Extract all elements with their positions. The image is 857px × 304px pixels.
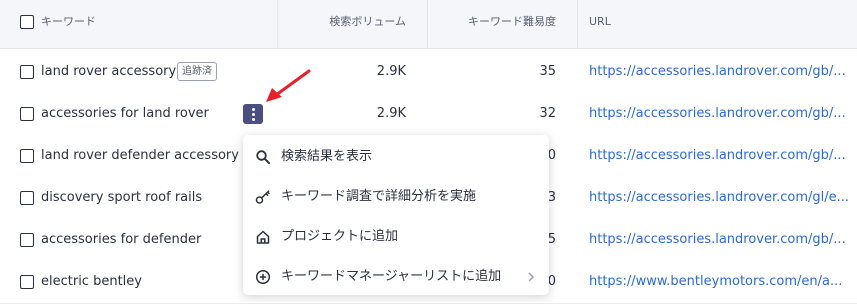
url-link[interactable]: https://accessories.landrover.com/gb/... bbox=[589, 135, 851, 177]
volume-value: 2.9K bbox=[376, 64, 406, 79]
keyword-text[interactable]: discovery sport roof rails bbox=[41, 177, 202, 219]
context-menu: 検索結果を表示 キーワード調査で詳細分析を実施 プロジェクトに追加 キーワードマ… bbox=[243, 135, 549, 295]
table-row: land rover accessory 追跡済 2.9K 35 https:/… bbox=[0, 51, 857, 94]
header-volume[interactable]: 検索ボリューム bbox=[329, 0, 406, 48]
url-link[interactable]: https://accessories.landrover.com/gl/e..… bbox=[589, 177, 851, 219]
keyword-text[interactable]: accessories for land rover bbox=[41, 93, 209, 135]
kebab-icon bbox=[243, 104, 263, 121]
key-icon bbox=[255, 190, 270, 204]
row-checkbox[interactable] bbox=[20, 233, 34, 247]
menu-item-label: キーワード調査で詳細分析を実施 bbox=[281, 189, 477, 204]
menu-item-add-to-keyword-manager[interactable]: キーワードマネージャーリストに追加 bbox=[243, 257, 549, 297]
column-divider bbox=[427, 0, 428, 48]
home-icon bbox=[256, 230, 270, 244]
column-divider bbox=[277, 0, 278, 48]
more-actions-button[interactable] bbox=[243, 104, 263, 124]
menu-item-label: キーワードマネージャーリストに追加 bbox=[281, 269, 502, 284]
keyword-text[interactable]: electric bentley bbox=[41, 261, 142, 303]
menu-item-add-to-project[interactable]: プロジェクトに追加 bbox=[243, 217, 549, 257]
keyword-text[interactable]: land rover defender accessory bbox=[41, 135, 239, 177]
menu-item-label: プロジェクトに追加 bbox=[281, 229, 399, 244]
keyword-text[interactable]: land rover accessory bbox=[41, 51, 176, 93]
row-checkbox[interactable] bbox=[20, 107, 34, 121]
difficulty-value: 35 bbox=[539, 64, 556, 79]
volume-value: 2.9K bbox=[376, 106, 406, 121]
url-link[interactable]: https://accessories.landrover.com/gb/... bbox=[589, 51, 851, 93]
row-checkbox[interactable] bbox=[20, 149, 34, 163]
header-url[interactable]: URL bbox=[589, 0, 611, 48]
keyword-text[interactable]: accessories for defender bbox=[41, 219, 201, 261]
header-difficulty[interactable]: キーワード難易度 bbox=[468, 0, 556, 48]
table-row: accessories for land rover 2.9K 32 https… bbox=[0, 93, 857, 136]
menu-item-view-results[interactable]: 検索結果を表示 bbox=[243, 137, 549, 177]
menu-item-label: 検索結果を表示 bbox=[281, 149, 373, 164]
chevron-right-icon bbox=[528, 272, 535, 282]
tracked-badge: 追跡済 bbox=[177, 62, 217, 81]
row-checkbox[interactable] bbox=[20, 65, 34, 79]
column-divider bbox=[577, 0, 578, 48]
table-header: キーワード 検索ボリューム キーワード難易度 URL bbox=[0, 0, 857, 49]
row-checkbox[interactable] bbox=[20, 275, 34, 289]
plus-circle-icon bbox=[255, 269, 271, 285]
search-icon bbox=[256, 150, 270, 164]
header-keyword[interactable]: キーワード bbox=[41, 0, 96, 48]
url-link[interactable]: https://accessories.landrover.com/gb/... bbox=[589, 219, 851, 261]
url-link[interactable]: https://www.bentleymotors.com/en/a... bbox=[589, 261, 851, 303]
menu-item-keyword-research[interactable]: キーワード調査で詳細分析を実施 bbox=[243, 177, 549, 217]
row-checkbox[interactable] bbox=[20, 191, 34, 205]
url-link[interactable]: https://accessories.landrover.com/gb/... bbox=[589, 93, 851, 135]
select-all-checkbox[interactable] bbox=[20, 15, 34, 29]
difficulty-value: 32 bbox=[539, 106, 556, 121]
